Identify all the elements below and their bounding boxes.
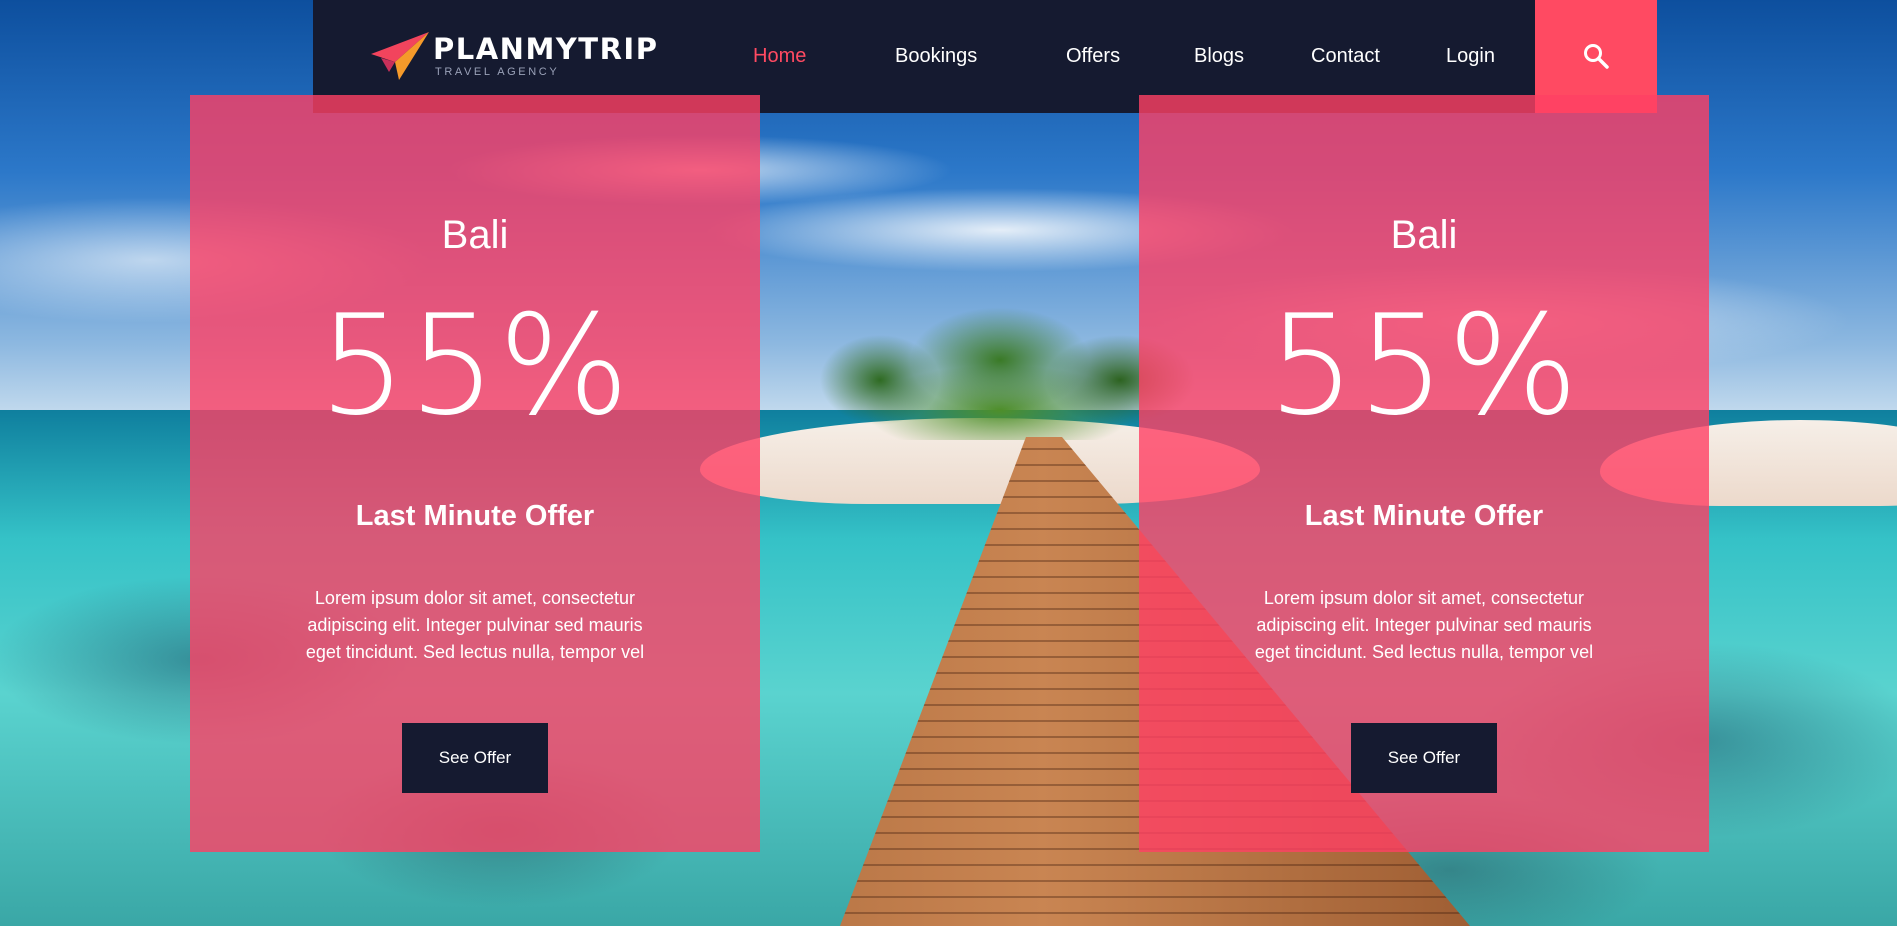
offer-description: Lorem ipsum dolor sit amet, consectetur … xyxy=(1254,588,1594,662)
nav-item-contact[interactable]: Contact xyxy=(1311,45,1380,68)
see-offer-button[interactable]: See Offer xyxy=(402,723,548,793)
offer-card: Bali 55% Last Minute Offer Lorem ipsum d… xyxy=(190,95,760,852)
offer-destination: Bali xyxy=(1390,213,1458,257)
offer-card: Bali 55% Last Minute Offer Lorem ipsum d… xyxy=(1139,95,1709,852)
nav-item-blogs[interactable]: Blogs xyxy=(1194,45,1244,68)
offer-description: Lorem ipsum dolor sit amet, consectetur … xyxy=(305,588,645,662)
offer-discount: 55% xyxy=(1267,285,1581,446)
nav-item-offers[interactable]: Offers xyxy=(1066,45,1120,68)
nav-item-login[interactable]: Login xyxy=(1446,45,1495,68)
offer-discount: 55% xyxy=(318,285,632,446)
offer-title: Last Minute Offer xyxy=(1304,500,1544,532)
nav-item-bookings[interactable]: Bookings xyxy=(895,45,977,68)
see-offer-button[interactable]: See Offer xyxy=(1351,723,1497,793)
nav-item-home[interactable]: Home xyxy=(753,45,806,68)
offer-title: Last Minute Offer xyxy=(355,500,595,532)
search-icon xyxy=(1584,44,1609,69)
offer-destination: Bali xyxy=(441,213,509,257)
